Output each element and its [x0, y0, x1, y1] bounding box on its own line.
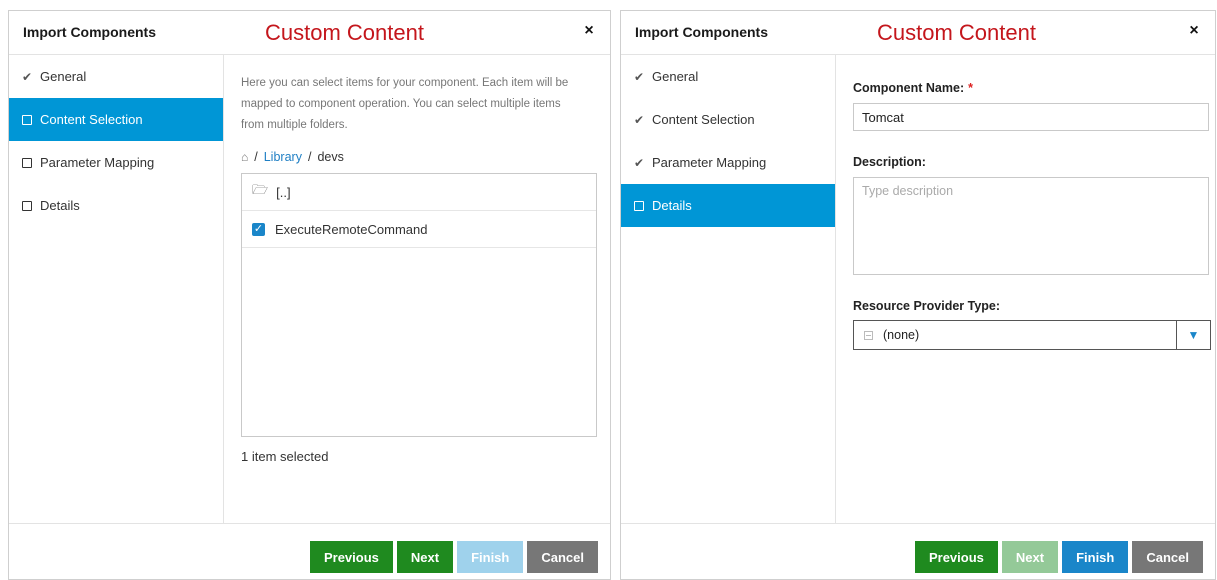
wizard-steps: ✔ General ✔ Content Selection ✔ Paramete… — [621, 55, 836, 523]
import-components-dialog-details: Import Components Custom Content × ✔ Gen… — [620, 10, 1216, 580]
next-button[interactable]: Next — [1001, 541, 1059, 573]
component-name-label-text: Component Name: — [853, 81, 965, 95]
description-label: Description: — [853, 155, 926, 169]
component-name-label: Component Name: * — [853, 81, 1199, 95]
folder-open-icon: 🗁 — [252, 182, 269, 197]
component-name-input[interactable]: Tomcat — [853, 103, 1209, 131]
finish-button[interactable]: Finish — [1062, 541, 1129, 573]
home-icon[interactable]: ⌂ — [241, 150, 248, 164]
dialog-title: Import Components — [635, 24, 768, 40]
checked-checkbox-icon[interactable]: ✓ — [252, 222, 265, 236]
selection-count: 1 item selected — [241, 449, 329, 464]
next-button[interactable]: Next — [396, 541, 454, 573]
resource-provider-type-value: (none) — [883, 328, 920, 342]
list-item-label: [..] — [276, 184, 291, 200]
breadcrumb-separator: / — [254, 150, 258, 164]
breadcrumb: ⌂ / Library / devs — [241, 150, 594, 164]
step-label: Content Selection — [40, 112, 143, 127]
step-content-selection[interactable]: ✔ Content Selection — [621, 98, 835, 141]
step-general[interactable]: ✔ General — [621, 55, 835, 98]
wizard-steps: ✔ General Content Selection Parameter Ma… — [9, 55, 224, 523]
dialog-footer: Previous Next Finish Cancel — [621, 523, 1215, 579]
checkbox-icon — [22, 200, 36, 211]
step-details[interactable]: Details — [621, 184, 835, 227]
step-label: Parameter Mapping — [652, 155, 767, 170]
chevron-down-icon[interactable]: ▼ — [1176, 321, 1210, 349]
required-mark: * — [968, 81, 973, 95]
import-components-dialog-content-selection: Import Components Custom Content × ✔ Gen… — [8, 10, 611, 580]
previous-button[interactable]: Previous — [309, 541, 393, 573]
step-label: General — [40, 69, 87, 84]
file-list: 🗁 [..] ✓ ExecuteRemoteCommand — [241, 173, 597, 437]
previous-button[interactable]: Previous — [914, 541, 998, 573]
list-item-label: ExecuteRemoteCommand — [275, 221, 428, 237]
cancel-button[interactable]: Cancel — [527, 541, 598, 573]
cancel-button[interactable]: Cancel — [1132, 541, 1203, 573]
dialog-footer: Previous Next Finish Cancel — [9, 523, 610, 579]
step-parameter-mapping[interactable]: ✔ Parameter Mapping — [621, 141, 835, 184]
dialog-header: Import Components Custom Content × — [9, 11, 610, 55]
dialog-title: Import Components — [23, 24, 156, 40]
checkmark-icon: ✔ — [22, 69, 33, 84]
minus-box-icon — [864, 330, 873, 340]
custom-content-overlay-label: Custom Content — [877, 20, 1036, 45]
breadcrumb-current: devs — [317, 150, 344, 164]
step-content-selection[interactable]: Content Selection — [9, 98, 223, 141]
description-textarea[interactable]: Type description — [853, 177, 1209, 275]
breadcrumb-separator: / — [307, 150, 312, 164]
step-parameter-mapping[interactable]: Parameter Mapping — [9, 141, 223, 184]
resource-provider-type-label: Resource Provider Type: — [853, 299, 1001, 313]
list-item-execute-remote-command[interactable]: ✓ ExecuteRemoteCommand — [242, 211, 596, 248]
breadcrumb-link-library[interactable]: Library — [264, 150, 302, 164]
close-icon[interactable]: × — [1187, 23, 1201, 39]
checkbox-icon — [22, 157, 36, 168]
checkmark-icon: ✔ — [634, 69, 645, 84]
details-panel: Component Name: * Tomcat Description: Typ… — [837, 55, 1215, 523]
checkbox-icon — [634, 200, 648, 211]
step-label: General — [652, 69, 699, 84]
description-placeholder: Type description — [862, 184, 954, 198]
step-label: Details — [40, 198, 80, 213]
step-details[interactable]: Details — [9, 184, 223, 227]
checkmark-icon: ✔ — [634, 155, 645, 170]
step-label: Content Selection — [652, 112, 755, 127]
finish-button[interactable]: Finish — [457, 541, 524, 573]
resource-provider-type-select[interactable]: (none) ▼ — [853, 320, 1211, 350]
content-selection-panel: Here you can select items for your compo… — [225, 55, 610, 523]
component-name-value: Tomcat — [862, 109, 904, 125]
custom-content-overlay-label: Custom Content — [265, 20, 424, 45]
checkbox-icon — [22, 114, 36, 125]
checkmark-icon: ✔ — [634, 112, 645, 127]
step-general[interactable]: ✔ General — [9, 55, 223, 98]
close-icon[interactable]: × — [582, 23, 596, 39]
step-label: Parameter Mapping — [40, 155, 155, 170]
dialog-header: Import Components Custom Content × — [621, 11, 1215, 55]
step-label: Details — [652, 198, 692, 213]
list-item-parent-folder[interactable]: 🗁 [..] — [242, 174, 596, 211]
intro-text: Here you can select items for your compo… — [241, 77, 569, 131]
